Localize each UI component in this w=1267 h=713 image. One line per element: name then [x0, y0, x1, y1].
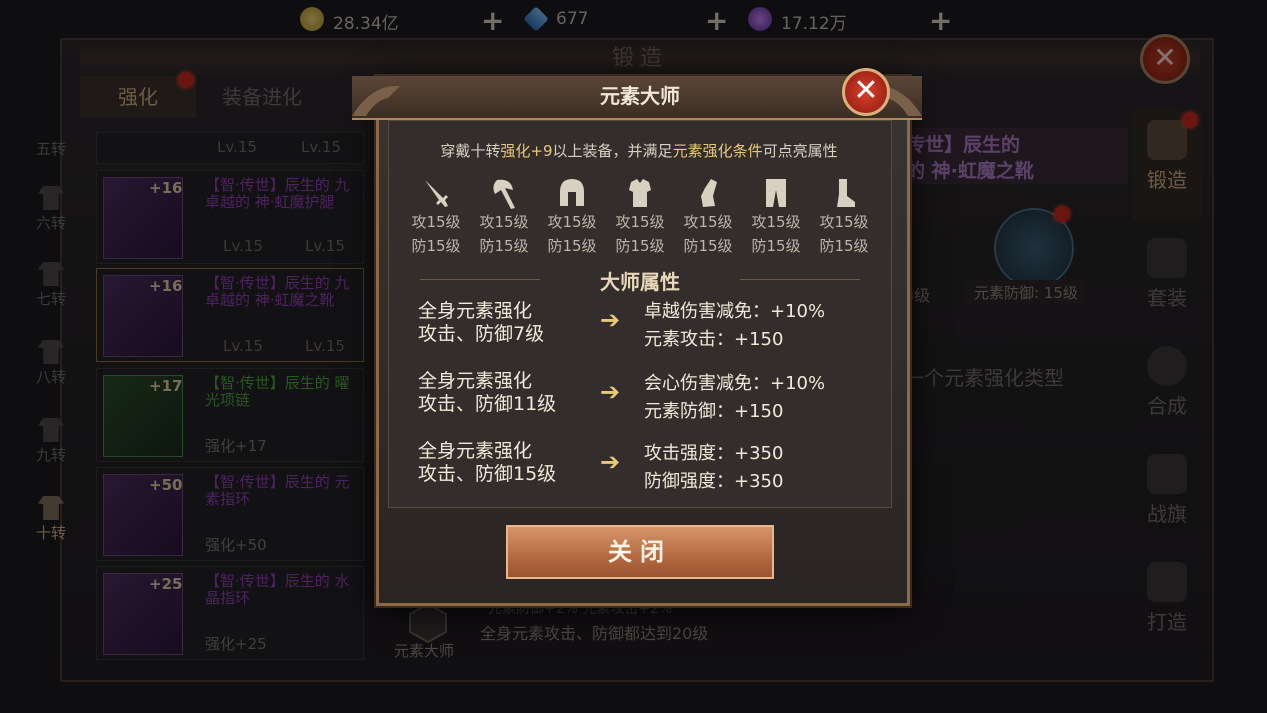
attack-level: 攻15级: [411, 213, 461, 231]
dialog-description: 穿戴十转强化+9以上装备，并满足元素强化条件可点亮属性: [390, 140, 888, 161]
sword-icon: [425, 180, 448, 207]
close-button[interactable]: 关闭: [506, 525, 774, 579]
defense-level: 防15级: [615, 237, 665, 255]
divider: [420, 279, 540, 280]
bonus-line: 会心伤害减免：+10%: [644, 373, 826, 394]
arrow-right-icon: ➔: [600, 448, 621, 476]
desc-text: 可点亮属性: [762, 142, 838, 160]
attack-level: 攻15级: [819, 213, 869, 231]
defense-level: 防15级: [751, 237, 801, 255]
master-attributes-title: 大师属性: [600, 270, 680, 294]
condition-line: 全身元素强化: [418, 300, 533, 322]
equip-slot-armor: 攻15级 防15级: [606, 176, 674, 258]
bonus-line: 元素攻击：+150: [644, 329, 784, 350]
equip-slot-leggings: 攻15级 防15级: [742, 176, 810, 258]
condition-line: 全身元素强化: [418, 370, 533, 392]
attack-level: 攻15级: [751, 213, 801, 231]
condition-line: 攻击、防御11级: [418, 393, 557, 415]
equip-slot-gauntlet: 攻15级 防15级: [674, 176, 742, 258]
desc-text: 以上装备，并满足: [552, 142, 673, 160]
arrow-right-icon: ➔: [600, 306, 621, 334]
dialog-close-button[interactable]: ✕: [842, 68, 890, 116]
desc-text: 穿戴十转: [440, 142, 501, 160]
desc-highlight: 元素强化条件: [672, 142, 763, 160]
defense-level: 防15级: [411, 237, 461, 255]
attack-level: 攻15级: [683, 213, 733, 231]
tier2-bonus: 会心伤害减免：+10% 元素防御：+150: [644, 370, 874, 426]
bonus-line: 元素防御：+150: [644, 401, 784, 422]
divider: [740, 279, 860, 280]
equip-slot-sword: 攻15级 防15级: [402, 176, 470, 258]
leggings-icon: [766, 179, 786, 207]
tier1-bonus: 卓越伤害减免：+10% 元素攻击：+150: [644, 298, 874, 354]
attack-level: 攻15级: [615, 213, 665, 231]
tier3-bonus: 攻击强度：+350 防御强度：+350: [644, 440, 874, 496]
desc-highlight: 强化+9: [500, 142, 553, 160]
dialog-title: 元素大师: [600, 84, 680, 108]
boots-icon: [837, 179, 855, 207]
tier3-condition: 全身元素强化 攻击、防御15级: [418, 440, 588, 486]
bonus-line: 卓越伤害减免：+10%: [644, 301, 826, 322]
bonus-line: 攻击强度：+350: [644, 443, 784, 464]
defense-level: 防15级: [683, 237, 733, 255]
condition-line: 攻击、防御7级: [418, 323, 545, 345]
defense-level: 防15级: [479, 237, 529, 255]
condition-line: 全身元素强化: [418, 440, 533, 462]
axe-icon: [493, 179, 515, 209]
equip-slot-boots: 攻15级 防15级: [810, 176, 878, 258]
equip-slot-helmet: 攻15级 防15级: [538, 176, 606, 258]
condition-line: 攻击、防御15级: [418, 463, 557, 485]
armor-icon: [629, 179, 651, 207]
defense-level: 防15级: [547, 237, 597, 255]
equip-slot-axe: 攻15级 防15级: [470, 176, 538, 258]
close-icon: ✕: [853, 73, 879, 108]
tier1-condition: 全身元素强化 攻击、防御7级: [418, 300, 588, 346]
attack-level: 攻15级: [547, 213, 597, 231]
tier2-condition: 全身元素强化 攻击、防御11级: [418, 370, 588, 416]
helmet-icon: [560, 179, 584, 206]
defense-level: 防15级: [819, 237, 869, 255]
bonus-line: 防御强度：+350: [644, 471, 784, 492]
arrow-right-icon: ➔: [600, 378, 621, 406]
attack-level: 攻15级: [479, 213, 529, 231]
gauntlet-icon: [701, 179, 717, 207]
